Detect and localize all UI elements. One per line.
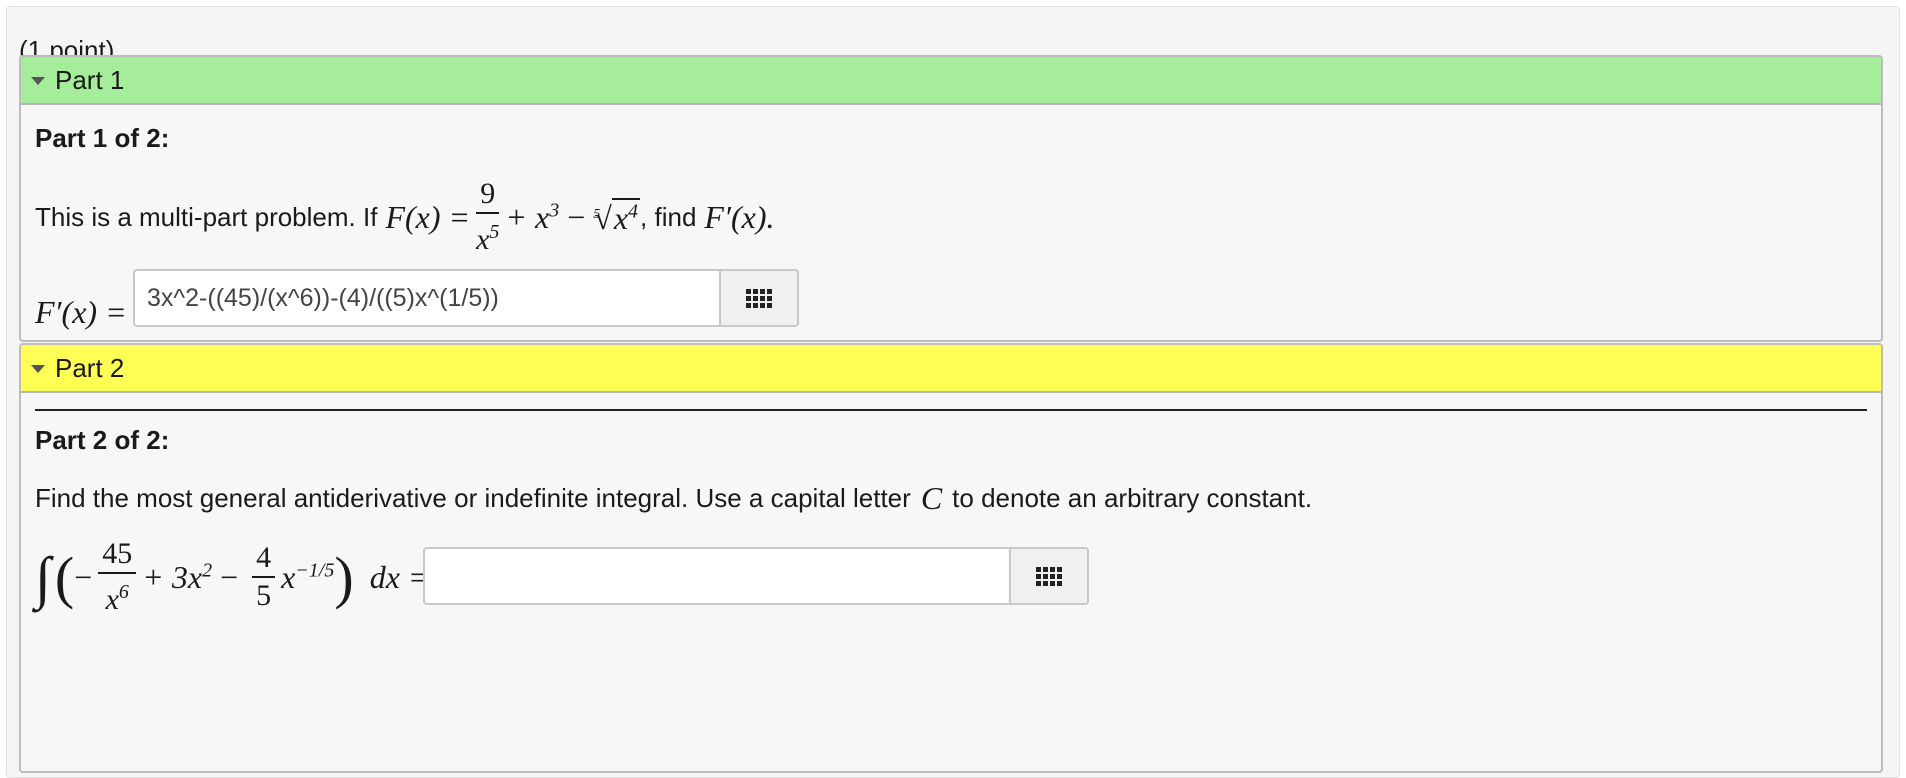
- grid-keyboard-icon: [1036, 566, 1063, 586]
- term2-exp: 2: [202, 558, 213, 581]
- frac1-den-base: x: [105, 583, 119, 616]
- fraction-9-over-x5: 9 x5: [476, 176, 499, 258]
- part2-header[interactable]: Part 2: [21, 345, 1881, 393]
- fraction-4-over-5: 4 5: [252, 540, 276, 614]
- part1-answer-input[interactable]: [135, 271, 720, 325]
- part1-answer-group: [133, 269, 799, 327]
- root-index: 5: [593, 206, 601, 222]
- answer-label: F′(x) =: [35, 293, 127, 330]
- fifth-root-expression: 5 √ x4: [593, 197, 641, 237]
- minus-sign-2: −: [220, 558, 239, 595]
- part1-keyboard-button[interactable]: [719, 271, 797, 325]
- fprime-label: F′(x).: [704, 198, 775, 235]
- problem-container: (1 point) Part 1 Part 1 of 2: This is a …: [6, 6, 1900, 778]
- frac1-denominator: x6: [106, 574, 129, 618]
- neg-sign: −: [74, 558, 93, 595]
- fraction-45-over-x6: 45 x6: [98, 536, 137, 618]
- part2-header-label: Part 2: [55, 352, 125, 383]
- open-paren: (: [54, 544, 75, 610]
- caret-down-icon: [31, 365, 45, 373]
- radicand: x4: [611, 197, 641, 237]
- caret-down-icon: [31, 77, 45, 85]
- plus-x-term: + x3: [505, 199, 559, 236]
- den-base: x: [476, 223, 490, 256]
- fx-label: F(x) =: [385, 198, 471, 235]
- part2-panel: Part 2 Part 2 of 2: Find the most genera…: [19, 343, 1883, 773]
- integral-sign: ∫: [35, 544, 51, 610]
- minus-sign: −: [567, 198, 586, 235]
- term3-exp: −1/5: [295, 558, 335, 581]
- term3-base: x: [281, 558, 296, 595]
- term-x-power: x−1/5: [281, 559, 334, 596]
- term-3x2: + 3x2: [142, 559, 212, 596]
- close-paren: ): [334, 544, 354, 610]
- part2-instruction: Find the most general antiderivative or …: [35, 473, 1312, 523]
- x-exp: 3: [549, 198, 560, 221]
- frac2-denominator: 5: [256, 579, 272, 612]
- part2-answer-group: [423, 547, 1089, 605]
- part1-title: Part 1 of 2:: [35, 123, 170, 153]
- radicand-exp: 4: [628, 199, 639, 222]
- part1-panel: Part 1 Part 1 of 2: This is a multi-part…: [19, 55, 1883, 342]
- problem-prefix: This is a multi-part problem. If: [35, 201, 378, 232]
- constant-letter: C: [920, 479, 943, 516]
- part2-keyboard-button[interactable]: [1009, 549, 1087, 603]
- frac-numerator: 9: [476, 176, 500, 214]
- find-text: , find: [640, 201, 697, 232]
- den-exp: 5: [489, 221, 500, 243]
- part2-title: Part 2 of 2:: [35, 425, 170, 455]
- part1-header[interactable]: Part 1: [21, 57, 1881, 105]
- frac1-numerator: 45: [98, 536, 137, 574]
- frac1-den-exp: 6: [118, 581, 129, 603]
- part1-header-label: Part 1: [55, 64, 125, 95]
- part1-answer-label: F′(x) =: [35, 283, 127, 341]
- plus-x: + x: [505, 198, 550, 235]
- dx-label: dx =: [369, 558, 430, 595]
- frac2-numerator: 4: [252, 540, 276, 578]
- instruction-suffix: to denote an arbitrary constant.: [952, 482, 1313, 513]
- divider: [35, 409, 1867, 411]
- instruction-prefix: Find the most general antiderivative or …: [35, 482, 911, 513]
- part1-problem-statement: This is a multi-part problem. If F(x) = …: [35, 177, 774, 257]
- term2-base: + 3x: [142, 558, 203, 595]
- radicand-base: x: [613, 199, 629, 236]
- grid-keyboard-icon: [746, 288, 773, 308]
- part2-answer-input[interactable]: [425, 549, 1010, 603]
- frac-denominator: x5: [476, 214, 499, 258]
- integral-expression: ∫ ( − 45 x6 + 3x2 − 4 5 x−1/5 ) dx =: [35, 531, 430, 623]
